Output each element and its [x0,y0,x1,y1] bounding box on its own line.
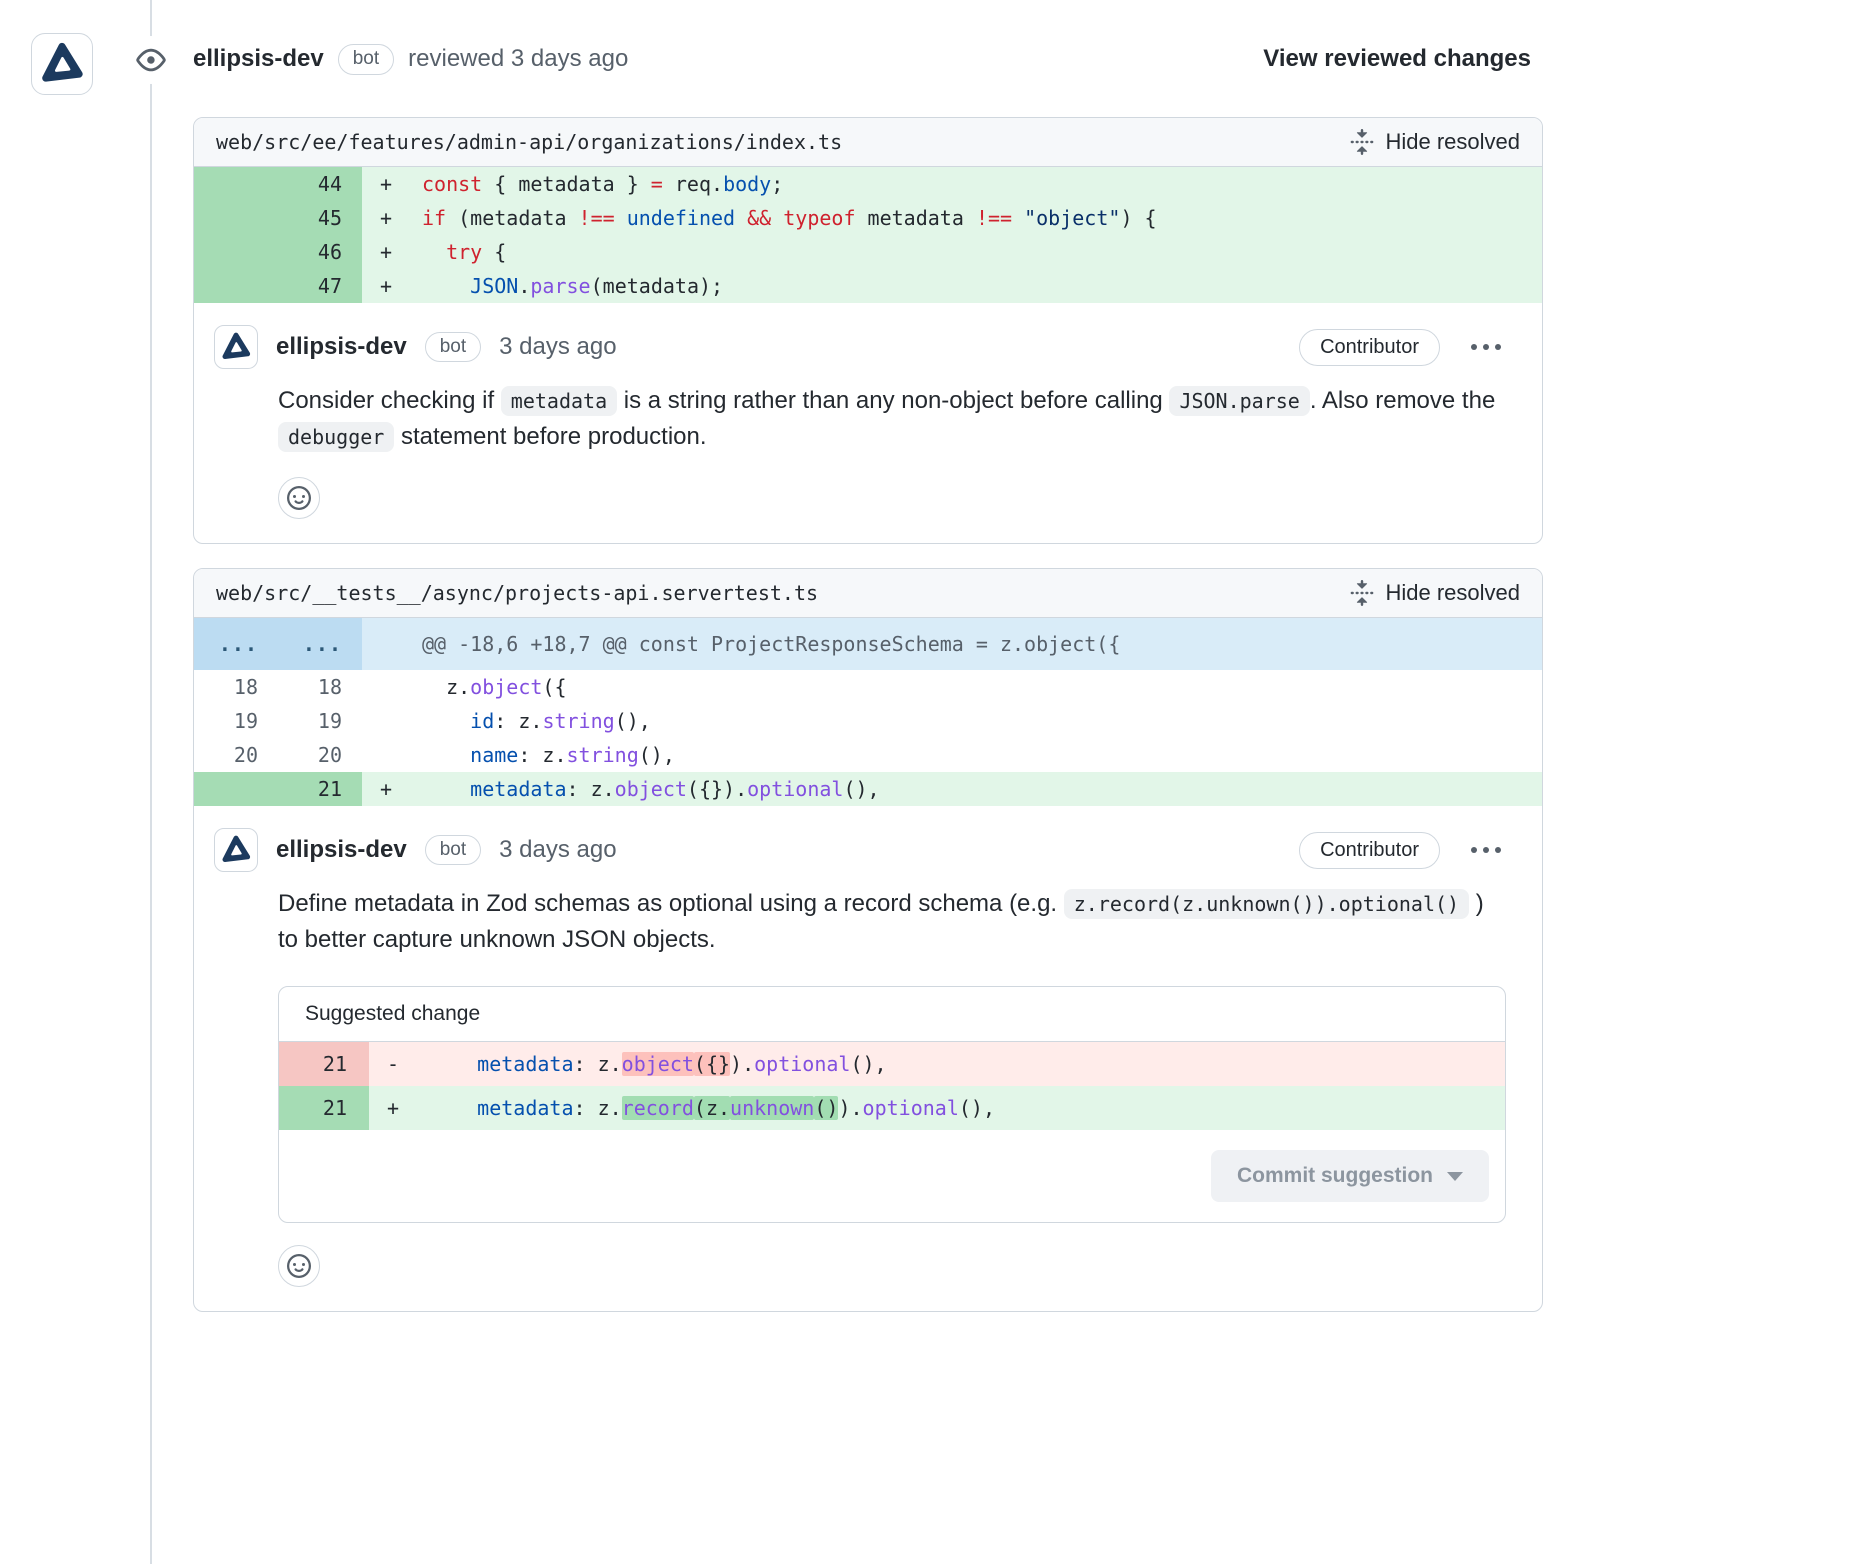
diff-block: ......@@ -18,6 +18,7 @@ const ProjectRes… [194,618,1542,806]
kebab-icon [1470,342,1502,352]
add-reaction-button[interactable] [278,1245,320,1287]
suggestion-diff-block: 21- metadata: z.object({}).optional(),21… [279,1042,1505,1130]
commit-suggestion-label: Commit suggestion [1237,1164,1433,1188]
bot-badge: bot [338,44,394,75]
diff-code-line: metadata: z.record(z.unknown()).optional… [429,1086,1505,1130]
timeline-line [150,0,152,1564]
hide-resolved-label: Hide resolved [1385,580,1520,606]
hide-resolved-button[interactable]: Hide resolved [1349,580,1520,606]
reviewer-name[interactable]: ellipsis-dev [193,45,324,73]
suggested-change-title: Suggested change [279,987,1505,1042]
diff-code-line: metadata: z.object({}).optional(), [429,1042,1505,1086]
diff-block: 44+const { metadata } = req.body;45+if (… [194,167,1542,303]
comment-timestamp[interactable]: 3 days ago [499,333,616,361]
comment-author[interactable]: ellipsis-dev [276,333,407,361]
ellipsis-logo-icon [221,835,251,865]
view-reviewed-changes-link[interactable]: View reviewed changes [1263,45,1531,73]
file-path-link[interactable]: web/src/__tests__/async/projects-api.ser… [216,581,818,605]
diff-row: 47+ JSON.parse(metadata); [194,269,1542,303]
diff-code-line: name: z.string(), [422,738,1542,772]
kebab-menu-button[interactable] [1466,338,1506,356]
file-path-link[interactable]: web/src/ee/features/admin-api/organizati… [216,130,842,154]
diff-code-line: @@ -18,6 +18,7 @@ const ProjectResponseS… [422,618,1542,670]
smiley-icon [287,486,311,510]
suggested-change-block: Suggested change 21- metadata: z.object(… [278,986,1506,1223]
contributor-badge: Contributor [1299,832,1440,869]
review-meta: reviewed 3 days ago [408,45,628,73]
comment-body: Consider checking if metadata is a strin… [278,383,1506,455]
comment-header: ellipsis-dev bot 3 days ago Contributor [214,828,1506,872]
fold-icon [1349,129,1375,155]
diff-row: 45+if (metadata !== undefined && typeof … [194,201,1542,235]
add-reaction-button[interactable] [278,477,320,519]
review-thread-card: web/src/ee/features/admin-api/organizati… [193,117,1543,544]
hide-resolved-label: Hide resolved [1385,129,1520,155]
fold-icon [1349,580,1375,606]
diff-row: 2020 name: z.string(), [194,738,1542,772]
diff-row: 21+ metadata: z.record(z.unknown()).opti… [279,1086,1505,1130]
diff-code-line: try { [422,235,1542,269]
diff-row: 21+ metadata: z.object({}).optional(), [194,772,1542,806]
file-header: web/src/__tests__/async/projects-api.ser… [194,569,1542,618]
suggestion-footer: Commit suggestion [279,1130,1505,1222]
comment-avatar[interactable] [214,325,258,369]
commit-suggestion-button[interactable]: Commit suggestion [1211,1150,1489,1202]
diff-row: 21- metadata: z.object({}).optional(), [279,1042,1505,1086]
comment-avatar[interactable] [214,828,258,872]
bot-badge: bot [425,332,481,363]
contributor-badge: Contributor [1299,329,1440,366]
review-comment: ellipsis-dev bot 3 days ago Contributor … [194,806,1542,1311]
smiley-icon [287,1254,311,1278]
diff-code-line: z.object({ [422,670,1542,704]
diff-row: 1919 id: z.string(), [194,704,1542,738]
diff-row: 1818 z.object({ [194,670,1542,704]
diff-row: 44+const { metadata } = req.body; [194,167,1542,201]
comment-body: Define metadata in Zod schemas as option… [278,886,1506,958]
diff-code-line: const { metadata } = req.body; [422,167,1542,201]
review-comment: ellipsis-dev bot 3 days ago Contributor … [194,303,1542,543]
comment-timestamp[interactable]: 3 days ago [499,836,616,864]
diff-code-line: if (metadata !== undefined && typeof met… [422,201,1542,235]
comment-author[interactable]: ellipsis-dev [276,836,407,864]
diff-code-line: JSON.parse(metadata); [422,269,1542,303]
review-header: ellipsis-dev bot reviewed 3 days ago Vie… [193,44,1531,75]
diff-code-line: metadata: z.object({}).optional(), [422,772,1542,806]
ellipsis-logo-icon [221,332,251,362]
review-eye-icon [127,36,175,84]
hide-resolved-button[interactable]: Hide resolved [1349,129,1520,155]
reviewer-avatar[interactable] [31,33,93,95]
chevron-down-icon [1447,1172,1463,1181]
diff-row: ......@@ -18,6 +18,7 @@ const ProjectRes… [194,618,1542,670]
diff-code-line: id: z.string(), [422,704,1542,738]
ellipsis-logo-icon [40,42,84,86]
comment-header: ellipsis-dev bot 3 days ago Contributor [214,325,1506,369]
bot-badge: bot [425,835,481,866]
file-header: web/src/ee/features/admin-api/organizati… [194,118,1542,167]
review-thread-card: web/src/__tests__/async/projects-api.ser… [193,568,1543,1312]
kebab-icon [1470,845,1502,855]
diff-row: 46+ try { [194,235,1542,269]
kebab-menu-button[interactable] [1466,841,1506,859]
